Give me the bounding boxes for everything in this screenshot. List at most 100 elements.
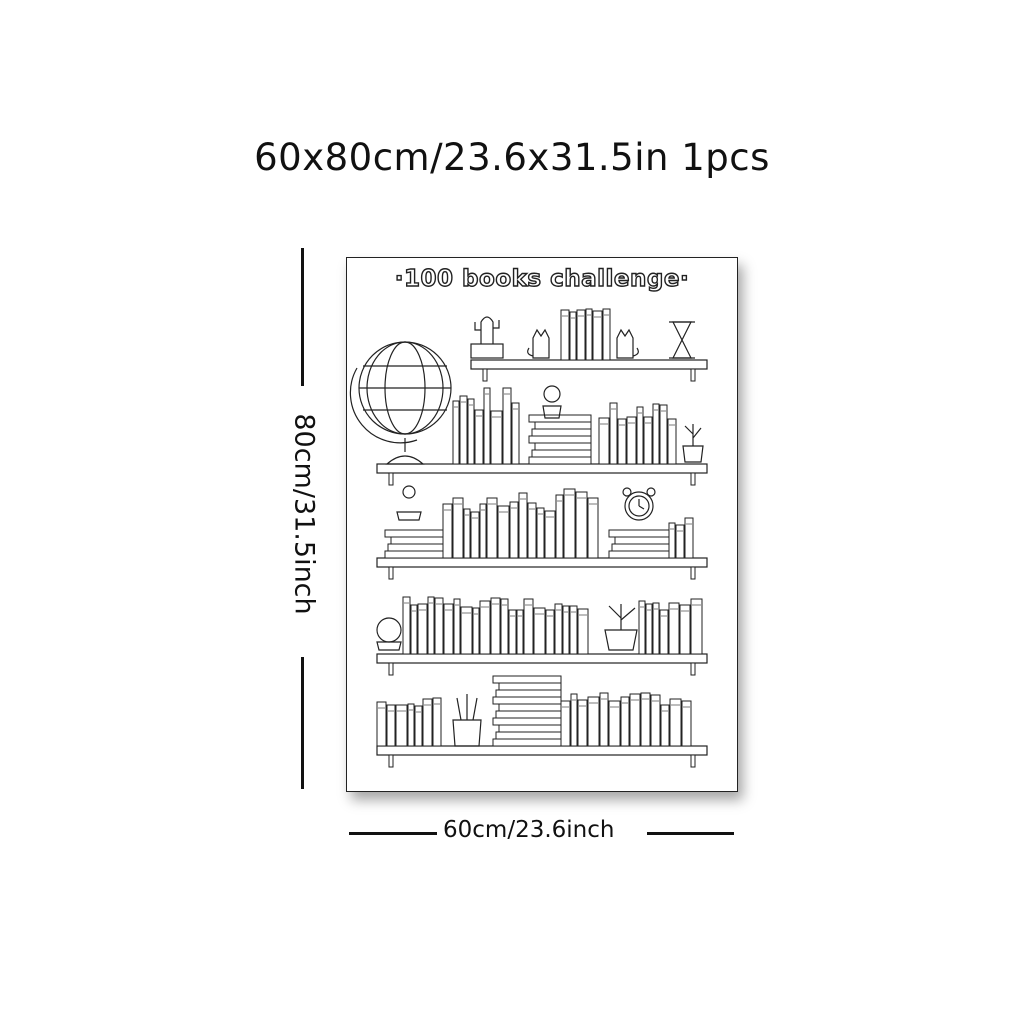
book-spine (667, 418, 677, 465)
stacked-book (498, 703, 562, 712)
shelf-bracket (388, 472, 394, 486)
book-spine (587, 696, 600, 747)
shelf-board (376, 653, 708, 664)
book-spine (638, 600, 646, 655)
shelf-board (376, 463, 708, 474)
stacked-book (495, 689, 562, 698)
book-spine (560, 309, 570, 361)
book-spine (679, 604, 691, 655)
hourglass-icon (669, 321, 695, 359)
book-spine (452, 400, 460, 465)
stacked-book (614, 536, 670, 545)
poster-illustration: ·100 books challenge· (346, 257, 738, 792)
book-spine (545, 609, 555, 655)
shelf-bracket (388, 566, 394, 580)
stacked-book (528, 435, 592, 444)
book-spine (453, 598, 461, 655)
book-spine (518, 492, 528, 559)
book-spine (599, 692, 609, 747)
book-spine (459, 395, 468, 465)
book-spine (536, 507, 545, 559)
book-spine (569, 605, 578, 655)
shelf-bracket (690, 566, 696, 580)
globe-icon (349, 341, 452, 465)
book-spine (516, 609, 524, 655)
book-spine (555, 494, 564, 559)
stacked-book (534, 421, 592, 430)
stacked-book (528, 414, 592, 423)
book-spine (500, 598, 509, 655)
stacked-book (608, 550, 670, 559)
book-spine (472, 607, 480, 655)
book-spine (544, 510, 556, 559)
book-spine (470, 511, 480, 559)
cactus-icon (470, 316, 504, 359)
shelf-board (470, 359, 708, 370)
book-spine (452, 497, 464, 559)
book-spine (432, 697, 442, 747)
book-spine (460, 606, 473, 655)
stacked-book (528, 456, 592, 465)
shelf-bracket (690, 472, 696, 486)
book-spine (668, 522, 676, 559)
potted-plant-icon (682, 424, 704, 463)
book-spine (523, 598, 534, 655)
shelf-bracket (388, 754, 394, 768)
width-dimension-line-left (349, 832, 437, 835)
book-spine (467, 398, 475, 465)
shelf-board (376, 557, 708, 568)
shelf-bracket (388, 662, 394, 676)
book-spine (592, 310, 603, 361)
book-spine (675, 524, 685, 559)
book-spine (636, 406, 644, 465)
book-spine (511, 402, 520, 465)
book-spine (560, 700, 571, 747)
book-spine (508, 609, 517, 655)
book-spine (645, 603, 653, 655)
alarm-clock-icon (622, 487, 656, 521)
stacked-book (492, 738, 562, 747)
book-spine (527, 502, 537, 559)
book-spine (643, 416, 653, 465)
bookshelf-drawing (349, 308, 708, 768)
book-spine (443, 603, 454, 655)
shelf-board (376, 745, 708, 756)
book-spine (659, 404, 668, 465)
stacked-book (534, 442, 592, 451)
book-spine (442, 503, 453, 559)
book-spine (490, 410, 503, 465)
book-spine (617, 418, 627, 465)
book-spine (410, 604, 418, 655)
width-dimension-line-right (647, 832, 734, 835)
stacked-book (495, 731, 562, 740)
shelf-bracket (690, 368, 696, 382)
book-spine (427, 596, 435, 655)
height-dimension-line-top (301, 248, 304, 386)
book-spine (474, 409, 484, 465)
book-spine (563, 488, 576, 559)
book-spine (690, 598, 703, 655)
stacked-book (608, 529, 670, 538)
stacked-book (492, 696, 562, 705)
book-spine (577, 699, 588, 747)
stacked-book (611, 543, 670, 552)
book-spine (659, 609, 669, 655)
cat-bookend-left-icon (527, 328, 550, 359)
book-spine (554, 603, 563, 655)
stacked-book (390, 536, 444, 545)
snow-globe-icon (376, 617, 402, 651)
cat-bookend-right-icon (616, 328, 639, 359)
book-spine (533, 607, 546, 655)
stacked-book (492, 675, 562, 684)
book-spine (434, 597, 444, 655)
book-spine (587, 497, 599, 559)
book-spine (569, 311, 577, 361)
book-spine (608, 700, 621, 747)
book-spine (652, 602, 660, 655)
stacked-book (492, 717, 562, 726)
book-spine (681, 700, 692, 747)
shelf-bracket (690, 662, 696, 676)
book-spine (490, 597, 501, 655)
stacked-book (498, 724, 562, 733)
book-spine (585, 308, 593, 361)
